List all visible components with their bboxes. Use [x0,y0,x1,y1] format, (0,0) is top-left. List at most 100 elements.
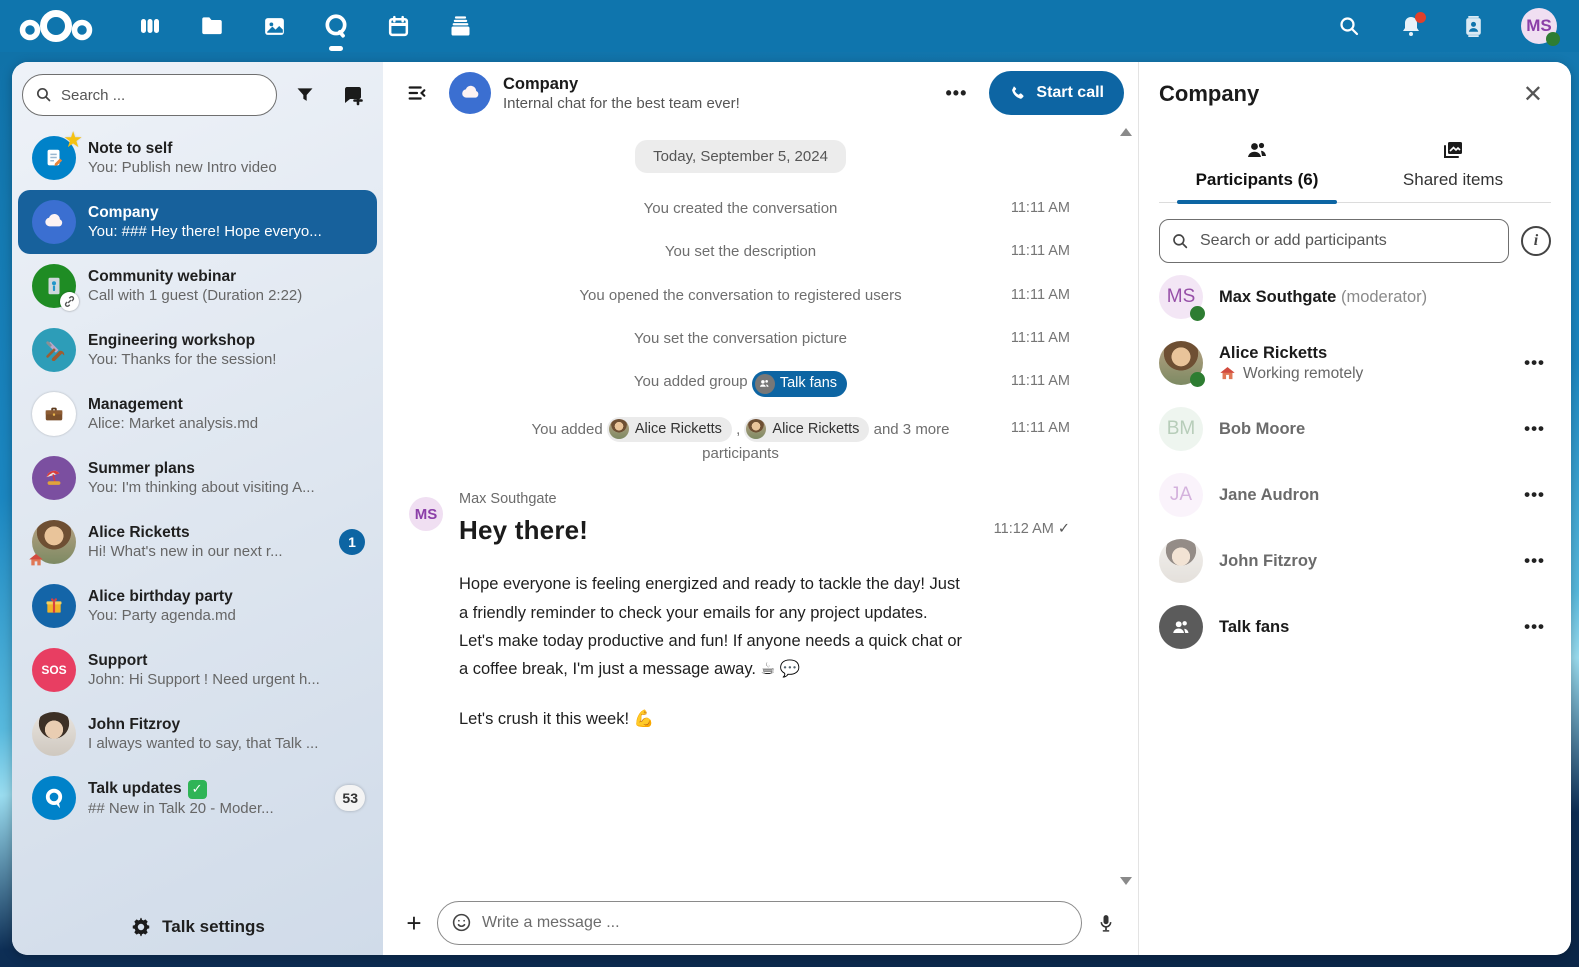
link-badge-icon [60,292,79,311]
start-call-label: Start call [1036,84,1104,102]
files-icon[interactable] [198,12,226,40]
sos-label: SOS [41,663,66,677]
conversation-title: Talk updates [88,780,182,798]
timestamp: 11:11 AM [1011,197,1070,219]
conversation-summer-plans[interactable]: Summer plansYou: I'm thinking about visi… [18,446,377,510]
participant-menu-icon[interactable]: ••• [1518,547,1551,575]
conversation-company[interactable]: CompanyYou: ### Hey there! Hope everyo..… [18,190,377,254]
new-conversation-icon[interactable] [333,75,373,115]
timestamp: 11:11 AM [1011,284,1070,306]
management-avatar [32,392,76,436]
calendar-icon[interactable] [384,12,412,40]
participant-menu-icon[interactable]: ••• [1518,415,1551,443]
participant-avatar [1159,539,1203,583]
group-avatar [1159,605,1203,649]
participant-search-input[interactable] [1159,219,1509,263]
participant-menu-icon[interactable]: ••• [1518,613,1551,641]
talk-settings-button[interactable]: Talk settings [12,899,383,955]
attach-plus-icon[interactable]: + [397,908,431,939]
notifications-bell-icon[interactable] [1397,12,1425,40]
deck-icon[interactable] [446,12,474,40]
filter-icon[interactable] [285,75,325,115]
chat-title: Company [503,75,740,94]
start-call-button[interactable]: Start call [989,71,1124,115]
conversation-alice-ricketts[interactable]: Alice RickettsHi! What's new in our next… [18,510,377,574]
unified-search-icon[interactable] [1335,12,1363,40]
conversation-community-webinar[interactable]: Community webinarCall with 1 guest (Dura… [18,254,377,318]
talk-icon[interactable] [322,12,350,40]
conversation-engineering-workshop[interactable]: Engineering workshopYou: Thanks for the … [18,318,377,382]
company-avatar [32,200,76,244]
info-icon[interactable]: i [1521,226,1551,256]
online-status-dot [1190,372,1205,387]
conversation-menu-icon[interactable]: ••• [936,77,978,110]
group-mention-chip[interactable]: Talk fans [752,371,847,396]
panel-tabs: Participants (6) Shared items [1159,130,1551,203]
participant-avatar [1159,341,1203,385]
scroll-up-arrow[interactable] [1120,128,1132,136]
participant-bob-moore[interactable]: BM Bob Moore ••• [1159,397,1551,461]
conversation-settings-panel: Company ✕ Participants (6) Shared items … [1139,62,1571,955]
conversation-john-fitzroy[interactable]: John FitzroyI always wanted to say, that… [18,702,377,766]
gear-icon [130,916,152,938]
user-mention-chip[interactable]: Alice Ricketts [607,417,732,442]
message-heading: Hey there! [459,515,964,546]
close-icon[interactable]: ✕ [1515,76,1551,113]
search-icon [35,86,52,103]
timestamp: 11:11 AM [1011,417,1070,439]
scroll-down-arrow[interactable] [1120,877,1132,885]
chat-subtitle: Internal chat for the best team ever! [503,95,740,112]
participant-avatar: BM [1159,407,1203,451]
photos-icon[interactable] [260,12,288,40]
timestamp: 11:11 AM [1011,240,1070,262]
phone-icon [1009,84,1027,102]
john-avatar [32,712,76,756]
chat-column: Company Internal chat for the best team … [383,62,1139,955]
notification-dot [1415,12,1426,23]
mention-avatar [746,419,766,439]
chat-message: MS Max Southgate Hey there! 11:12 AM✓ Ho… [397,475,1084,732]
participant-jane-audron[interactable]: JA Jane Audron ••• [1159,463,1551,527]
dashboard-icon[interactable] [136,12,164,40]
conversation-management[interactable]: ManagementAlice: Market analysis.md [18,382,377,446]
tab-shared-items[interactable]: Shared items [1355,130,1551,202]
conversation-list: ★ Note to selfYou: Publish new Intro vid… [12,126,383,830]
participant-alice-ricketts[interactable]: Alice Ricketts Working remotely ••• [1159,331,1551,395]
collapse-sidebar-icon[interactable] [397,73,437,113]
microphone-icon[interactable] [1088,913,1124,933]
participant-max-southgate[interactable]: MS Max Southgate (moderator) [1159,265,1551,329]
mention-avatar [609,419,629,439]
moderator-label: (moderator) [1341,288,1427,306]
user-avatar[interactable]: MS [1521,8,1557,44]
message-composer: + [383,891,1138,955]
message-body: Hope everyone is feeling energized and r… [459,570,964,682]
app-content: ★ Note to selfYou: Publish new Intro vid… [12,62,1571,955]
participant-john-fitzroy[interactable]: John Fitzroy ••• [1159,529,1551,593]
participant-menu-icon[interactable]: ••• [1518,481,1551,509]
conversation-support[interactable]: SOS SupportJohn: Hi Support ! Need urgen… [18,638,377,702]
tab-participants[interactable]: Participants (6) [1159,130,1355,202]
timestamp: 11:11 AM [1011,370,1070,392]
nextcloud-logo-icon[interactable] [18,9,94,43]
conversation-alice-birthday[interactable]: Alice birthday partyYou: Party agenda.md [18,574,377,638]
message-body: Let's crush it this week! 💪 [459,705,964,733]
emoji-picker-icon[interactable] [451,912,472,933]
online-status-dot [1546,32,1560,46]
online-status-dot [1190,306,1205,321]
system-message: You created the conversation 11:11 AM [397,187,1084,230]
shared-items-icon [1355,138,1551,162]
system-message: You opened the conversation to registere… [397,274,1084,317]
contacts-icon[interactable] [1459,12,1487,40]
user-mention-chip[interactable]: Alice Ricketts [744,417,869,442]
status-message: Working remotely [1243,365,1363,383]
participants-icon [1159,138,1355,162]
unread-badge-muted: 53 [335,785,365,811]
participant-menu-icon[interactable]: ••• [1518,349,1551,377]
conversation-note-to-self[interactable]: ★ Note to selfYou: Publish new Intro vid… [18,126,377,190]
note-to-self-avatar: ★ [32,136,76,180]
conversation-search-input[interactable] [22,74,277,116]
message-input[interactable] [437,901,1082,945]
message-author-avatar: MS [409,497,443,531]
participant-talk-fans[interactable]: Talk fans ••• [1159,595,1551,659]
conversation-talk-updates[interactable]: Talk updates✓ ## New in Talk 20 - Moder.… [18,766,377,830]
